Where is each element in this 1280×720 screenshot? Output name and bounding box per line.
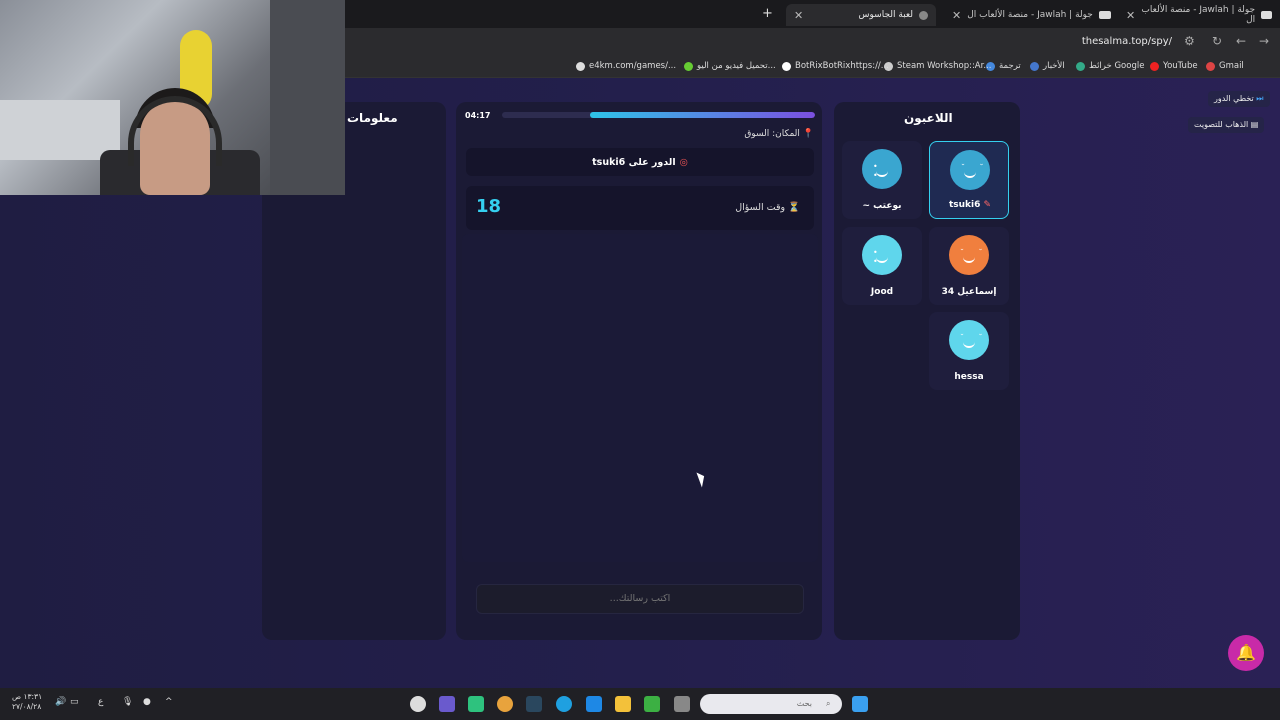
chat-area (462, 234, 818, 562)
bookmark-video-download[interactable]: تحميل فيديو من اليو... (684, 61, 776, 71)
players-panel-title: اللاعبون (904, 111, 953, 125)
tab-close-icon[interactable]: ✕ (1126, 9, 1135, 22)
bookmark-botrix[interactable]: BotRixBotRixhttps://... (782, 61, 889, 71)
target-icon: ◎ (679, 156, 688, 168)
app-icon[interactable] (468, 696, 484, 712)
bookmark-maps[interactable]: خرائط Google (1076, 61, 1144, 71)
site-settings-icon[interactable]: ⚙ (1184, 34, 1195, 48)
info-panel-title: معلومات (347, 111, 398, 125)
tab-jawlah-1[interactable]: جولة | Jawlah - منصة الألعاب ال ✕ (1118, 4, 1280, 26)
player-name: بوعتب ~ (862, 201, 902, 211)
search-icon: ⌕ (826, 699, 831, 708)
message-input[interactable] (476, 584, 804, 614)
task-view-icon[interactable] (674, 696, 690, 712)
tab-title: جولة | Jawlah - منصة الألعاب ال (1141, 5, 1256, 25)
facebook-icon[interactable] (586, 696, 602, 712)
player-name: إسماعيل 34 (941, 287, 997, 297)
tab-favicon-icon (1098, 11, 1111, 19)
player-avatar: ˘ ˘ (949, 235, 989, 275)
globe-icon (576, 61, 585, 71)
tab-spy-game[interactable]: لعبة الجاسوس ✕ (786, 4, 936, 26)
steam-icon[interactable] (526, 696, 542, 712)
player-card-jood[interactable]: • • Jood (842, 227, 922, 305)
player-name: hessa (954, 372, 984, 382)
discord-icon[interactable] (439, 696, 455, 712)
bookmark-steam[interactable]: Steam Workshop::Ar... (884, 61, 991, 71)
tab-title: جولة | Jawlah - منصة الألعاب ال (967, 10, 1093, 20)
system-clock[interactable]: ١٣:٣١ ص ٢٧/٠٨/٢٨ (12, 692, 42, 712)
turn-label: الدور على tsuki6 (592, 156, 676, 168)
pin-icon: 📍 (802, 129, 814, 139)
time-progress-fill (589, 112, 815, 118)
tab-jawlah-2[interactable]: جولة | Jawlah - منصة الألعاب ال ✕ (944, 4, 1119, 26)
botrix-icon (782, 61, 791, 71)
location-label: 📍 المكان: السوق (744, 129, 814, 139)
chrome-icon[interactable] (497, 696, 513, 712)
microphone-icon[interactable]: 🎙 (122, 697, 133, 707)
bookmark-gmail[interactable]: Gmail (1206, 61, 1244, 71)
bookmark-e4km[interactable]: e4km.com/games/... (576, 61, 676, 71)
tab-close-icon[interactable]: ✕ (952, 9, 961, 22)
player-card-ismail[interactable]: ˘ ˘ إسماعيل 34 (929, 227, 1009, 305)
question-time-card: 18 ⏳ وقت السؤال (466, 186, 814, 230)
player-avatar: • • (862, 149, 902, 189)
player-card-hessa[interactable]: ˘ ˘ hessa (929, 312, 1009, 390)
volume-icon[interactable]: 🔊 (55, 697, 66, 707)
tab-title: لعبة الجاسوس (858, 10, 913, 20)
skip-icon: ⏭ (1256, 94, 1264, 103)
tab-favicon-icon (1261, 11, 1272, 19)
forward-arrow-icon[interactable]: ← (1236, 34, 1246, 48)
player-name: Jood (870, 287, 894, 297)
language-indicator[interactable]: ع (98, 697, 103, 707)
new-tab-button[interactable]: + (762, 6, 773, 21)
player-name: ✎ tsuki6 (948, 200, 992, 210)
folder-icon[interactable] (615, 696, 631, 712)
player-card-bouatab[interactable]: • • بوعتب ~ (842, 141, 922, 219)
player-avatar: ˘ ˘ (950, 150, 990, 190)
bell-icon: 🔔 (1236, 643, 1256, 662)
hourglass-icon: ⏳ (788, 202, 800, 213)
tab-favicon-icon (919, 10, 928, 20)
chevron-up-icon[interactable]: ^ (165, 697, 173, 707)
skip-turn-button[interactable]: ⏭ تخطي الدور (1208, 91, 1270, 107)
ballot-icon: ▤ (1250, 120, 1259, 129)
bookmark-news[interactable]: الأخبار (1030, 61, 1065, 71)
obs-icon[interactable] (410, 696, 426, 712)
network-icon[interactable]: ▭ (70, 697, 79, 707)
time-progress-bar (502, 112, 815, 118)
notification-bell-button[interactable]: 🔔 (1228, 635, 1264, 671)
timer-text: 04:17 (465, 111, 491, 120)
webcam-overlay (0, 0, 345, 195)
edge-icon[interactable] (556, 696, 572, 712)
go-vote-button[interactable]: ▤ الذهاب للتصويت (1188, 117, 1265, 133)
question-time-label: ⏳ وقت السؤال (735, 202, 800, 213)
minecraft-icon[interactable] (644, 696, 660, 712)
player-avatar: ˘ ˘ (949, 320, 989, 360)
gmail-icon (1206, 61, 1215, 71)
reload-icon[interactable]: ↻ (1212, 34, 1222, 48)
news-icon (1030, 61, 1039, 71)
taskbar: ١٣:٣١ ص ٢٧/٠٨/٢٨ 🔊 ▭ ع 🎙 ● ^ بحث ⌕ (0, 688, 1280, 720)
turn-card: ◎ الدور على tsuki6 (466, 148, 814, 176)
player-avatar: • • (862, 235, 902, 275)
download-icon (684, 61, 693, 71)
youtube-icon (1150, 61, 1159, 71)
back-arrow-icon[interactable]: → (1259, 34, 1269, 48)
maps-icon (1076, 61, 1085, 71)
taskbar-search[interactable]: بحث ⌕ (700, 694, 842, 714)
question-time-value: 18 (476, 196, 502, 217)
tray-app-icon[interactable]: ● (143, 697, 151, 707)
bookmark-youtube[interactable]: YouTube (1150, 61, 1198, 71)
tab-close-icon[interactable]: ✕ (794, 9, 803, 22)
player-card-tsuki6[interactable]: ˘ ˘ ✎ tsuki6 (929, 141, 1009, 219)
windows-start-icon[interactable] (852, 696, 868, 712)
pencil-icon: ✎ (983, 200, 992, 210)
url-field[interactable]: thesalma.top/spy/ (1082, 36, 1172, 47)
